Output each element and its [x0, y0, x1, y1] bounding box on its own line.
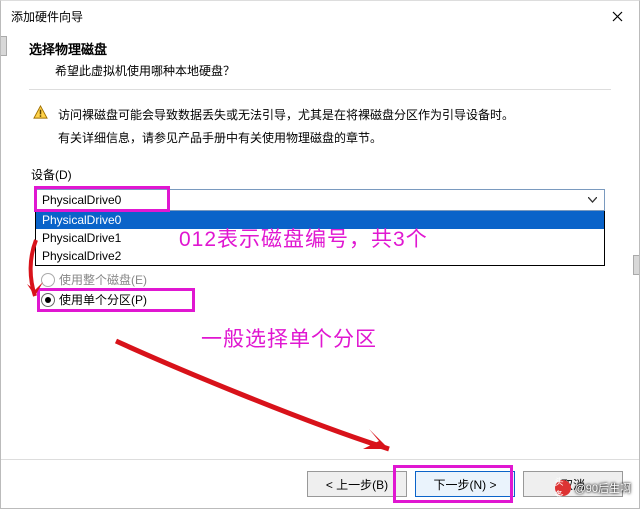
back-button-label: < 上一步(B)	[326, 476, 388, 493]
close-icon	[612, 11, 623, 22]
radio-entire-disk[interactable]: 使用整个磁盘(E)	[41, 270, 605, 290]
watermark-icon: 头条	[555, 480, 571, 496]
radio-single-partition[interactable]: 使用单个分区(P)	[41, 290, 605, 310]
wizard-body: 选择物理磁盘 希望此虚拟机使用哪种本地硬盘？ 访问裸磁盘可能会导致数据丢失或无法…	[1, 31, 639, 310]
warning-row: 访问裸磁盘可能会导致数据丢失或无法引导，尤其是在将裸磁盘分区作为引导设备时。 有…	[29, 104, 611, 150]
device-label: 设备(D)	[31, 166, 611, 183]
next-button-label: 下一步(N) >	[433, 476, 496, 493]
usage-radio-group: 使用整个磁盘(E) 使用单个分区(P)	[41, 270, 605, 310]
warning-icon	[33, 105, 48, 120]
radio-entire-label: 使用整个磁盘(E)	[59, 271, 147, 288]
right-edge-handle	[633, 255, 640, 275]
divider	[29, 89, 611, 90]
warning-text: 访问裸磁盘可能会导致数据丢失或无法引导，尤其是在将裸磁盘分区作为引导设备时。 有…	[58, 104, 514, 150]
watermark: 头条 @90后生啊	[555, 480, 631, 496]
device-combobox[interactable]: PhysicalDrive0	[35, 189, 605, 211]
wizard-window: 添加硬件向导 选择物理磁盘 希望此虚拟机使用哪种本地硬盘？ 访问裸磁盘可能会导致…	[0, 0, 640, 509]
titlebar: 添加硬件向导	[1, 1, 639, 31]
annotation-radio-note: 一般选择单个分区	[201, 323, 377, 353]
annotation-combo-note: 012表示磁盘编号，共3个	[179, 223, 428, 253]
left-edge-handle	[0, 36, 7, 56]
next-button[interactable]: 下一步(N) >	[415, 471, 515, 497]
page-heading: 选择物理磁盘	[29, 39, 611, 58]
warning-line-1: 访问裸磁盘可能会导致数据丢失或无法引导，尤其是在将裸磁盘分区作为引导设备时。	[58, 104, 514, 127]
window-title: 添加硬件向导	[11, 8, 83, 25]
watermark-author: @90后生啊	[575, 480, 631, 496]
radio-icon	[41, 273, 55, 287]
back-button[interactable]: < 上一步(B)	[307, 471, 407, 497]
warning-line-2: 有关详细信息，请参见产品手册中有关使用物理磁盘的章节。	[58, 127, 514, 150]
close-button[interactable]	[595, 1, 639, 31]
device-selected-value: PhysicalDrive0	[42, 193, 121, 207]
chevron-down-icon	[584, 192, 600, 208]
page-subheading: 希望此虚拟机使用哪种本地硬盘？	[55, 62, 611, 79]
radio-single-label: 使用单个分区(P)	[59, 291, 147, 308]
wizard-footer: < 上一步(B) 下一步(N) > 取消	[1, 459, 639, 508]
radio-icon	[41, 293, 55, 307]
